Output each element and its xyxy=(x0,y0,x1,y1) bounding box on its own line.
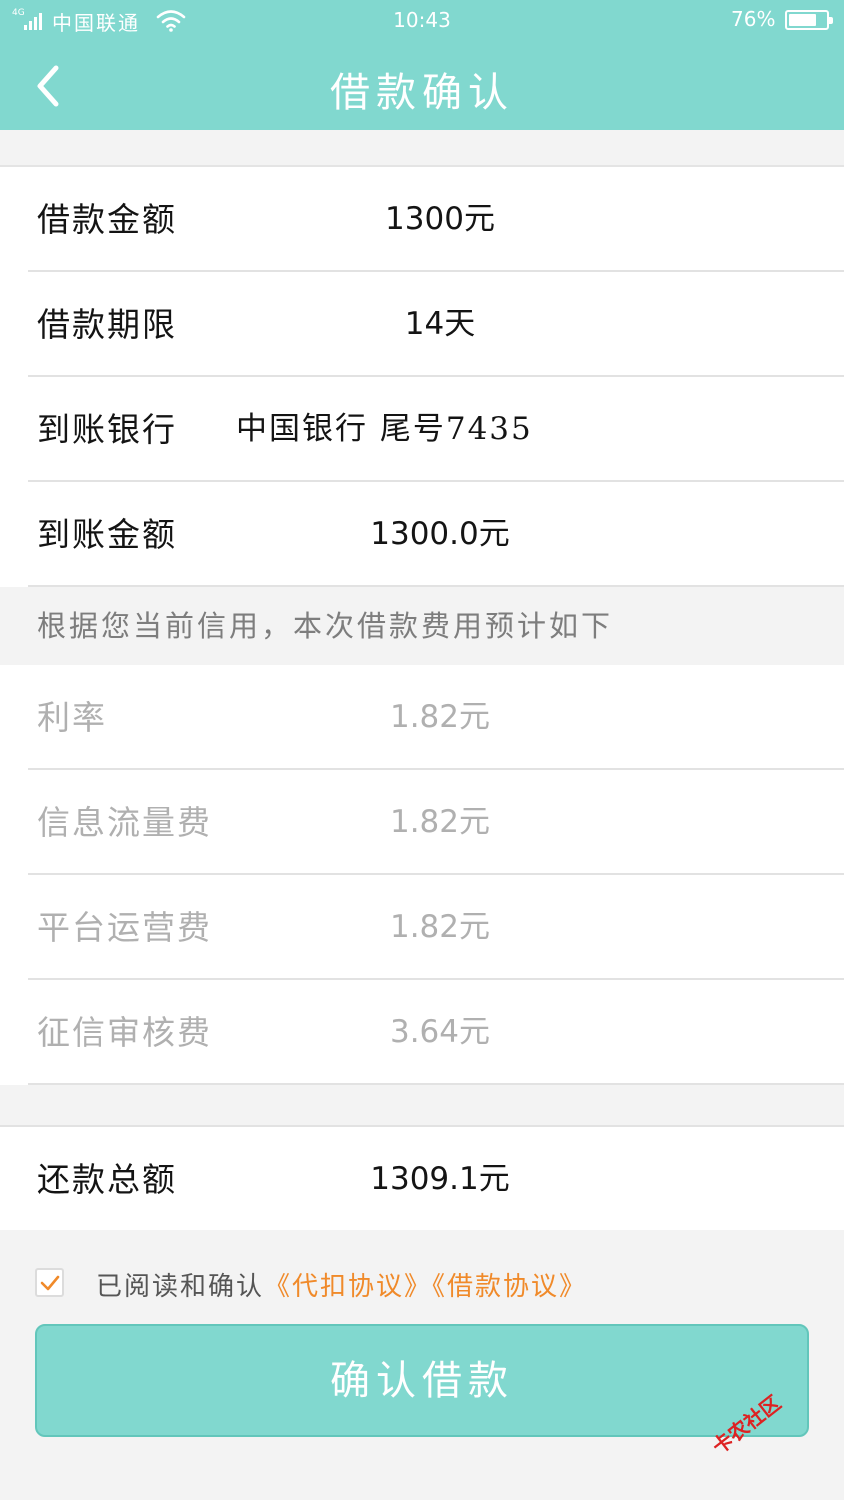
agreement-line: 已阅读和确认《代扣协议》《借款协议》 xyxy=(0,1258,844,1310)
fee-row-platform: 平台运营费 1.82元 xyxy=(0,875,844,980)
fee-row-traffic: 信息流量费 1.82元 xyxy=(0,770,844,875)
detail-row-bank: 到账银行 中国银行 尾号7435 xyxy=(0,377,844,482)
detail-value: 14天 xyxy=(404,306,476,342)
agreement-text: 已阅读和确认《代扣协议》《借款协议》 xyxy=(96,1266,587,1303)
fee-row-credit-check: 征信审核费 3.64元 xyxy=(0,980,844,1085)
page-title: 借款确认 xyxy=(330,70,514,116)
withholding-agreement-link[interactable]: 《代扣协议》 xyxy=(264,1272,432,1302)
confirm-loan-button[interactable]: 确认借款 xyxy=(35,1324,809,1437)
detail-row-term: 借款期限 14天 xyxy=(0,272,844,377)
fee-value: 3.64元 xyxy=(389,1014,491,1050)
checkmark-icon xyxy=(40,1275,60,1291)
detail-row-amount: 借款金额 1300元 xyxy=(0,167,844,272)
detail-value: 中国银行 尾号7435 xyxy=(236,411,533,447)
battery-fill xyxy=(789,14,816,26)
fee-value: 1.82元 xyxy=(389,909,491,945)
loan-agreement-link[interactable]: 《借款协议》 xyxy=(432,1272,587,1302)
total-value: 1309.1元 xyxy=(370,1161,510,1197)
clock: 10:43 xyxy=(393,8,451,32)
fee-value: 1.82元 xyxy=(389,699,491,735)
fee-row-interest: 利率 1.82元 xyxy=(0,665,844,770)
battery-percent: 76% xyxy=(731,7,776,31)
fee-notice: 根据您当前信用，本次借款费用预计如下 xyxy=(37,609,614,643)
agreement-prefix: 已阅读和确认 xyxy=(96,1272,265,1302)
total-row: 还款总额 1309.1元 xyxy=(0,1125,844,1230)
detail-label: 到账银行 xyxy=(37,410,177,449)
battery-icon xyxy=(785,10,833,30)
detail-value: 1300.0元 xyxy=(370,516,510,552)
fee-value: 1.82元 xyxy=(389,804,491,840)
status-bar: 4G 中国联通 10:43 76% xyxy=(0,0,844,40)
detail-row-received: 到账金额 1300.0元 xyxy=(0,482,844,587)
top-bar: 4G 中国联通 10:43 76% 借款确认 xyxy=(0,0,844,130)
agreement-checkbox[interactable] xyxy=(35,1268,64,1297)
detail-value: 1300元 xyxy=(385,201,495,237)
